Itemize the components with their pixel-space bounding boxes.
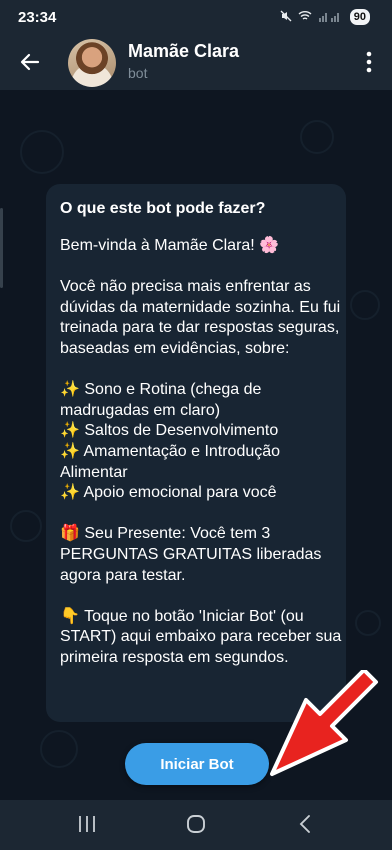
start-bot-button[interactable]: Iniciar Bot	[125, 743, 269, 785]
recent-apps-icon[interactable]	[77, 814, 97, 834]
more-vertical-icon[interactable]	[366, 51, 372, 73]
system-navigation-bar	[0, 800, 392, 850]
status-icons: 90	[280, 9, 370, 25]
status-bar: 23:34 90	[0, 0, 392, 36]
chat-subtitle: bot	[128, 65, 148, 81]
status-time: 23:34	[18, 9, 57, 26]
home-icon[interactable]	[185, 813, 207, 835]
bot-description-card: O que este bot pode fazer? Bem-vinda à M…	[46, 184, 346, 722]
red-arrow-icon	[270, 670, 378, 776]
chat-header: Mamãe Clara bot	[0, 36, 392, 90]
bot-description-title: O que este bot pode fazer?	[60, 200, 266, 217]
chat-title[interactable]: Mamãe Clara	[128, 41, 239, 62]
arrow-left-icon[interactable]	[18, 50, 42, 74]
scroll-edge-indicator	[0, 208, 3, 288]
chevron-left-icon[interactable]	[297, 813, 313, 835]
signal-icon	[318, 10, 344, 25]
mute-icon	[280, 10, 292, 25]
avatar[interactable]	[68, 39, 116, 87]
battery-indicator: 90	[349, 9, 370, 25]
wifi-icon	[298, 10, 312, 25]
bot-description-text: Bem-vinda à Mamãe Clara! 🌸 Você não prec…	[60, 237, 342, 666]
